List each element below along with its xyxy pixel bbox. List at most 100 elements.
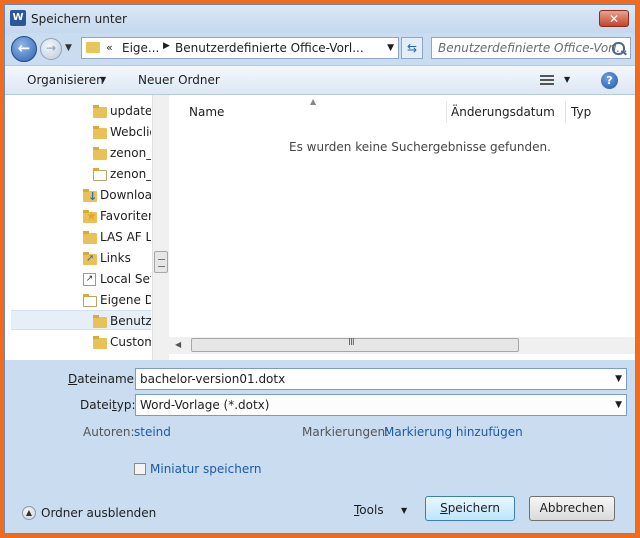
new-folder-button[interactable]: Neuer Ordner (138, 73, 220, 87)
tree-vertical-scrollbar[interactable] (152, 95, 169, 360)
tree-item-label: Eigene Do (100, 293, 151, 307)
organize-button[interactable]: Organisieren (27, 73, 104, 87)
empty-results-message: Es wurden keine Suchergebnisse gefunden. (289, 140, 551, 154)
refresh-button[interactable]: ⇆ (401, 37, 423, 59)
file-list: ▲ Name Änderungsdatum Typ Es wurden kein… (169, 95, 635, 360)
tags-label: Markierungen: (302, 425, 390, 439)
folder-icon (83, 230, 97, 244)
tree-item-label: LAS AF Li (100, 230, 151, 244)
title-bar: W Speichern unter ✕ (5, 5, 635, 33)
navigation-bar: ← → ▼ « Eige... ▶ Benutzerdefinierte Off… (5, 33, 635, 65)
shortcut-icon: ↗ (83, 273, 96, 286)
chevron-down-icon[interactable]: ▼ (100, 75, 106, 84)
tree-item[interactable]: Webclie (5, 122, 151, 142)
folder-icon (93, 146, 107, 160)
column-divider[interactable] (446, 101, 447, 123)
tree-item[interactable]: Custom (5, 332, 151, 352)
forward-button[interactable]: → (40, 38, 62, 60)
scroll-left-icon[interactable]: ◀ (175, 340, 181, 349)
save-thumbnail-checkbox[interactable] (134, 463, 146, 475)
chevron-down-icon[interactable]: ▼ (615, 400, 622, 410)
back-button[interactable]: ← (11, 36, 37, 62)
tree-item-label: Favoriten (100, 209, 151, 223)
chevron-down-icon[interactable]: ▼ (615, 374, 622, 384)
save-form: Dateiname: bachelor-version01.dotx ▼ Dat… (5, 360, 635, 533)
tree-item-label: Download (100, 188, 151, 202)
chevron-down-icon[interactable]: ▼ (387, 43, 394, 53)
save-thumbnail-label[interactable]: Miniatur speichern (150, 462, 262, 476)
folder-icon (93, 314, 107, 328)
favorites-icon: ★ (83, 209, 97, 223)
folder-icon (93, 167, 107, 181)
tree-item[interactable]: ↓ Download (5, 185, 151, 205)
breadcrumb-chevron-icon[interactable]: ▶ (163, 41, 170, 51)
filetype-label-text: Datei (80, 398, 113, 412)
tree-item-label: Custom (110, 335, 151, 349)
arrow-right-icon: → (45, 41, 57, 55)
arrow-left-icon: ← (17, 39, 31, 57)
recent-locations-button[interactable]: ▼ (65, 43, 72, 53)
filename-value: bachelor-version01.dotx (140, 372, 286, 386)
folder-icon (93, 335, 107, 349)
add-tag-link[interactable]: Markierung hinzufügen (384, 425, 523, 439)
tree-item-label: Benutze (110, 314, 151, 328)
command-bar: Organisieren ▼ Neuer Ordner ▼ ? (5, 65, 635, 95)
search-icon[interactable] (612, 42, 625, 55)
links-folder-icon: ➚ (83, 251, 97, 265)
tree-item-label: zenon_ (110, 146, 151, 160)
address-bar[interactable]: « Eige... ▶ Benutzerdefinierte Office-Vo… (81, 37, 399, 59)
chevron-up-icon[interactable]: ▲ (22, 506, 36, 520)
filename-label-text: ateiname: (77, 372, 139, 386)
filetype-label-text: yp: (116, 398, 136, 412)
tree-item[interactable]: LAS AF Li (5, 227, 151, 247)
tree-item-label: Links (100, 251, 131, 265)
folder-icon (86, 42, 100, 53)
breadcrumb-segment[interactable]: Benutzerdefinierte Office-Vorl... (175, 41, 364, 55)
view-options-icon[interactable] (540, 75, 554, 85)
close-button[interactable]: ✕ (599, 10, 629, 27)
filename-field[interactable]: bachelor-version01.dotx ▼ (135, 368, 627, 390)
browser-pane: update Webclie zenon_ zenon_ ↓ Download … (5, 95, 635, 360)
save-as-dialog: W Speichern unter ✕ ← → ▼ « Eige... ▶ Be… (4, 4, 636, 534)
filetype-value: Word-Vorlage (*.dotx) (140, 398, 270, 412)
filetype-label: Dateityp: (80, 398, 136, 412)
folder-icon (93, 104, 107, 118)
tree-item-selected[interactable]: Benutze (11, 310, 151, 330)
tree-item-label: zenon_ (110, 167, 151, 181)
help-icon[interactable]: ? (601, 72, 618, 89)
authors-value[interactable]: steind (134, 425, 171, 439)
search-input[interactable]: Benutzerdefinierte Office-Vorl... (431, 37, 631, 59)
tree-item[interactable]: Eigene Do (5, 290, 151, 310)
hide-folders-button[interactable]: Ordner ausblenden (41, 506, 156, 520)
breadcrumb-overflow[interactable]: « (106, 41, 113, 54)
tree-item[interactable]: update (5, 101, 151, 121)
tree-item[interactable]: ↗ Local Sett (5, 269, 151, 289)
breadcrumb-segment[interactable]: Eige... (122, 41, 159, 55)
tree-item[interactable]: zenon_ (5, 164, 151, 184)
authors-label: Autoren: (83, 425, 135, 439)
grip-icon: III (348, 337, 355, 348)
tools-button[interactable]: Tools (354, 503, 384, 517)
column-header-type[interactable]: Typ (571, 105, 591, 119)
filetype-select[interactable]: Word-Vorlage (*.dotx) ▼ (135, 394, 627, 416)
folder-icon (93, 125, 107, 139)
column-divider[interactable] (565, 101, 566, 123)
column-header-name[interactable]: Name (189, 105, 224, 119)
tree-item[interactable]: zenon_ (5, 143, 151, 163)
file-list-horizontal-scrollbar[interactable]: ◀ III (169, 337, 635, 354)
column-header-modified[interactable]: Änderungsdatum (451, 105, 555, 119)
refresh-icon: ⇆ (406, 41, 418, 55)
save-accesskey: S (440, 501, 448, 515)
chevron-down-icon[interactable]: ▼ (564, 75, 570, 84)
save-button[interactable]: Speichern (425, 496, 515, 521)
tree-item[interactable]: ➚ Links (5, 248, 151, 268)
chevron-down-icon[interactable]: ▼ (401, 506, 407, 515)
tree-item[interactable]: ★ Favoriten (5, 206, 151, 226)
documents-folder-icon (83, 293, 97, 307)
scrollbar-thumb[interactable]: III (191, 337, 519, 352)
tools-label: ools (359, 503, 384, 517)
scrollbar-thumb[interactable] (154, 251, 168, 273)
sort-ascending-icon: ▲ (310, 97, 317, 106)
cancel-button[interactable]: Abbrechen (529, 496, 615, 521)
search-placeholder: Benutzerdefinierte Office-Vorl... (438, 41, 628, 55)
